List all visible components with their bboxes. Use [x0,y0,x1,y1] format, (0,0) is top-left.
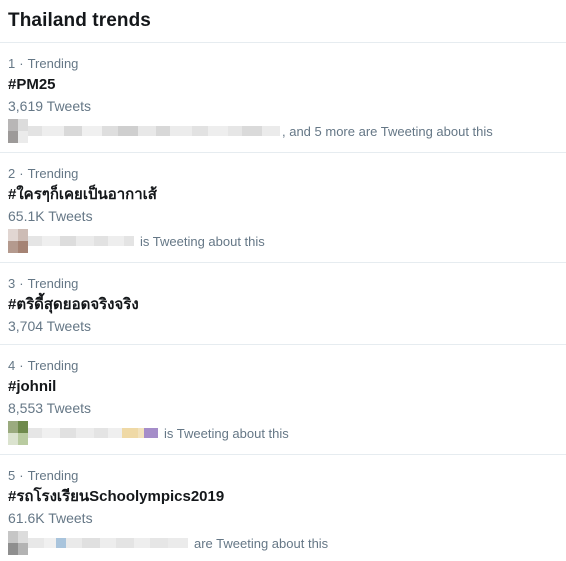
trend-separator: · [19,468,24,483]
trends-panel: Thailand trends 1 · Trending #PM25 3,619 T… [0,0,566,561]
trend-rank: 2 [8,166,16,181]
trend-separator: · [19,166,24,181]
trend-separator: · [19,276,24,291]
trends-header: Thailand trends [0,0,566,43]
blurred-names [28,531,188,555]
trend-item-1[interactable]: 1 · Trending #PM25 3,619 Tweets , and 5 … [0,43,566,153]
avatar[interactable] [8,229,28,253]
trend-hashtag[interactable]: #ใครๆก็เคยเป็นอากาเส้ [8,185,566,205]
trend-hashtag[interactable]: #PM25 [8,75,566,95]
blurred-names [28,421,158,445]
trend-category: Trending [27,56,79,71]
social-context-text: is Tweeting about this [164,425,289,441]
trend-social-context: , and 5 more are Tweeting about this [8,119,566,143]
trend-rank: 1 [8,56,16,71]
trend-tweet-count: 61.6K Tweets [8,510,93,526]
trend-hashtag[interactable]: #ตริดี้สุดยอดจริงจริง [8,295,566,315]
trend-meta: 4 · Trending [8,358,566,374]
trend-social-context: are Tweeting about this [8,531,566,555]
trend-rank: 3 [8,276,16,291]
trend-meta: 2 · Trending [8,166,566,182]
trend-separator: · [19,358,24,373]
trend-tweet-count: 65.1K Tweets [8,208,93,224]
trend-category: Trending [27,166,79,181]
trend-item-4[interactable]: 4 · Trending #johnil 8,553 Tweets is Tweet… [0,345,566,455]
trend-social-context: is Tweeting about this [8,229,566,253]
trend-meta: 3 · Trending [8,276,566,292]
blurred-names [28,229,134,253]
trend-category: Trending [27,358,79,373]
blurred-names [28,119,280,143]
trend-item-3[interactable]: 3 · Trending #ตริดี้สุดยอดจริงจริง 3,704 T… [0,263,566,345]
trend-rank: 5 [8,468,16,483]
trends-title: Thailand trends [8,10,151,31]
trend-meta: 1 · Trending [8,56,566,72]
trend-meta: 5 · Trending [8,468,566,484]
trend-social-context: is Tweeting about this [8,421,566,445]
trend-rank: 4 [8,358,16,373]
trend-item-5[interactable]: 5 · Trending #รถโรงเรียนSchoolympics2019 6… [0,455,566,561]
trend-category: Trending [27,276,79,291]
social-context-text: are Tweeting about this [194,535,329,551]
avatar[interactable] [8,531,28,555]
trend-separator: · [19,56,24,71]
trend-category: Trending [27,468,79,483]
trend-hashtag[interactable]: #รถโรงเรียนSchoolympics2019 [8,487,566,507]
social-context-text: is Tweeting about this [140,233,265,249]
trend-item-2[interactable]: 2 · Trending #ใครๆก็เคยเป็นอากาเส้ 65.1K T… [0,153,566,263]
social-context-text: , and 5 more are Tweeting about this [282,123,493,139]
trend-tweet-count: 3,704 Tweets [8,318,92,334]
trend-tweet-count: 3,619 Tweets [8,98,92,114]
trend-tweet-count: 8,553 Tweets [8,400,92,416]
trend-hashtag[interactable]: #johnil [8,377,566,397]
avatar[interactable] [8,421,28,445]
avatar[interactable] [8,119,28,143]
